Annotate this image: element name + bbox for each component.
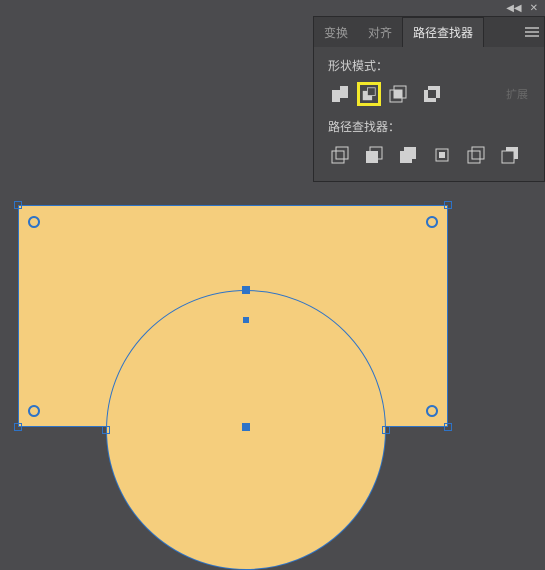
minus-back-icon[interactable] <box>498 143 522 167</box>
corner-widget[interactable] <box>426 405 438 417</box>
trim-icon[interactable] <box>362 143 386 167</box>
close-icon[interactable]: ✕ <box>530 3 538 14</box>
center-point <box>243 317 249 323</box>
anchor-point[interactable] <box>102 426 110 434</box>
anchor-point[interactable] <box>242 286 250 294</box>
merge-icon[interactable] <box>396 143 420 167</box>
expand-button[interactable]: 扩展 <box>500 84 534 104</box>
corner-widget[interactable] <box>28 216 40 228</box>
unite-icon[interactable] <box>328 82 352 106</box>
anchor-point[interactable] <box>242 423 250 431</box>
exclude-icon[interactable] <box>420 82 444 106</box>
anchor-point[interactable] <box>444 201 452 209</box>
crop-icon[interactable] <box>430 143 454 167</box>
divide-icon[interactable] <box>328 143 352 167</box>
pathfinders-label: 路径查找器： <box>328 118 534 135</box>
anchor-point[interactable] <box>382 426 390 434</box>
rectangle-shape[interactable] <box>18 205 448 427</box>
panel-header: 变换 对齐 路径查找器 <box>314 17 544 47</box>
collapse-icon[interactable]: ◀◀ <box>506 3 521 14</box>
tab-align[interactable]: 对齐 <box>358 17 402 47</box>
flyout-menu-icon[interactable] <box>520 27 544 37</box>
shape-modes-row: 扩展 <box>328 82 534 106</box>
panel-tabs: 变换 对齐 路径查找器 <box>314 17 484 47</box>
pathfinder-panel: ◀◀ ✕ 变换 对齐 路径查找器 形状模式： 扩展 <box>313 16 545 182</box>
anchor-point[interactable] <box>14 201 22 209</box>
tab-pathfinder[interactable]: 路径查找器 <box>402 17 484 47</box>
corner-widget[interactable] <box>28 405 40 417</box>
corner-widget[interactable] <box>426 216 438 228</box>
pathfinders-row <box>328 143 534 167</box>
anchor-point[interactable] <box>444 423 452 431</box>
ellipse-shape[interactable] <box>106 290 386 570</box>
outline-icon[interactable] <box>464 143 488 167</box>
panel-body: 形状模式： 扩展 路径查找器： <box>314 47 544 181</box>
anchor-point[interactable] <box>14 423 22 431</box>
tab-transform[interactable]: 变换 <box>314 17 358 47</box>
shape-modes-label: 形状模式： <box>328 57 534 74</box>
minus-front-icon[interactable] <box>357 82 381 106</box>
intersect-icon[interactable] <box>386 82 410 106</box>
